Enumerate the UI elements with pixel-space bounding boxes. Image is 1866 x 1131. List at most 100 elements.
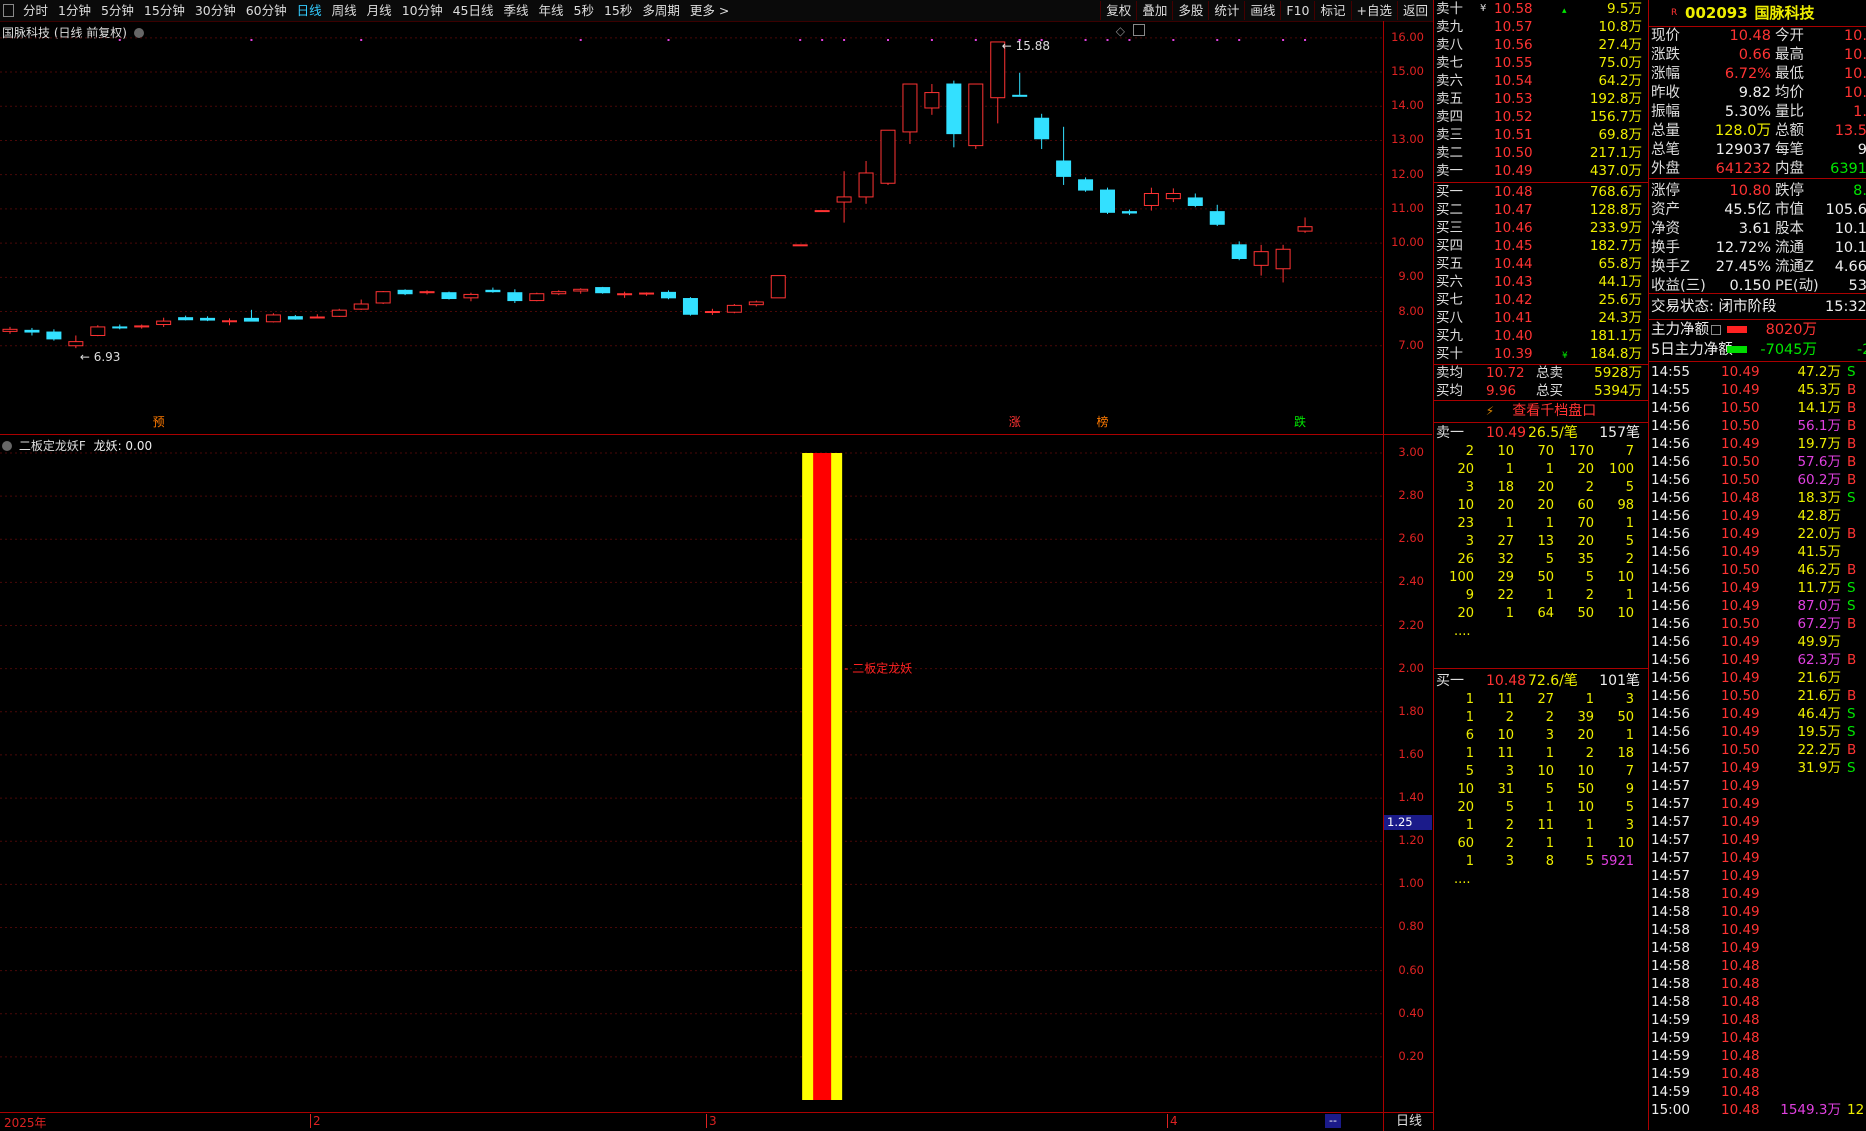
main-chart-pane[interactable]: 国脉科技 (日线 前复权) ◇ ← 15.88 ← 6.93 预涨榜跌 (0, 21, 1383, 434)
queue-cell: 22 (1497, 588, 1514, 603)
queue-cell: 1 (1545, 800, 1554, 815)
ask-level[interactable]: 卖九 10.57 10.8万 (1436, 18, 1642, 36)
bid-level[interactable]: 买二 10.47 128.8万 (1436, 201, 1642, 219)
tick-row: 14:56 10.49 62.3万 B (1651, 651, 1866, 669)
quote-key: 总量 (1651, 123, 1680, 139)
tick-price: 10.49 (1721, 832, 1760, 848)
level-label: 买五 (1436, 256, 1463, 272)
period-tab-4[interactable]: 30分钟 (190, 0, 241, 21)
toolbar-button-4[interactable]: 画线 (1244, 1, 1280, 20)
period-tab-2[interactable]: 5分钟 (96, 0, 139, 21)
period-tab-5[interactable]: 60分钟 (241, 0, 292, 21)
period-tab-11[interactable]: 季线 (499, 0, 534, 21)
tick-price: 10.49 (1721, 850, 1760, 866)
bid-level[interactable]: 买八 10.41 24.3万 (1436, 309, 1642, 327)
queue-cell: 3 (1625, 692, 1634, 707)
candle-body (858, 172, 874, 198)
period-tab-9[interactable]: 10分钟 (397, 0, 448, 21)
bid-level[interactable]: 买十 10.39 184.8万 ¥ (1436, 345, 1642, 363)
period-tab-1[interactable]: 1分钟 (53, 0, 96, 21)
tick-time: 14:59 (1651, 1012, 1690, 1028)
period-tab-10[interactable]: 45日线 (448, 0, 499, 21)
candle (441, 291, 457, 300)
ask-level[interactable]: 卖一 10.49 437.0万 (1436, 162, 1642, 180)
queue-cell: 29 (1497, 570, 1514, 585)
queue-cell: 10 (1617, 836, 1634, 851)
toolbar-button-0[interactable]: 复权 (1100, 1, 1136, 20)
tick-time: 14:56 (1651, 544, 1690, 560)
level-volume: 69.8万 (1598, 127, 1642, 143)
toolbar-button-6[interactable]: 标记 (1314, 1, 1350, 20)
period-tab-3[interactable]: 15分钟 (139, 0, 190, 21)
bid-level[interactable]: 买一 10.48 768.6万 (1436, 183, 1642, 201)
bid-level[interactable]: 买六 10.43 44.1万 (1436, 273, 1642, 291)
period-tab-16[interactable]: 更多 > (685, 0, 734, 21)
price-axis: 16.00 15.00 14.00 13.00 12.00 11.00 10.00 9.00 8… (1383, 21, 1432, 434)
period-tabs: 分时 1分钟 5分钟 15分钟 30分钟 60分钟 日线 周线 月线 10分钟 45日线 季线 年线 5秒… (18, 0, 734, 21)
ask-level[interactable]: 卖六 10.54 64.2万 (1436, 72, 1642, 90)
period-tab-15[interactable]: 多周期 (637, 0, 685, 21)
level-flag: ¥ (1562, 351, 1568, 361)
bid-level[interactable]: 买七 10.42 25.6万 (1436, 291, 1642, 309)
toolbar-button-8[interactable]: 返回 (1396, 1, 1433, 20)
toolbar-button-5[interactable]: F10 (1280, 1, 1314, 20)
period-tab-14[interactable]: 15秒 (599, 0, 637, 21)
x-label-feb: 2 (310, 1114, 321, 1128)
tick-list[interactable]: 14:55 10.49 47.2万 S 14:55 10.49 45.3万 B 14:56 10.… (1651, 363, 1866, 1119)
queue-cell: 10 (1577, 764, 1594, 779)
tick-time: 14:57 (1651, 814, 1690, 830)
flow-info-icon[interactable] (1711, 325, 1721, 335)
toolbar-button-2[interactable]: 多股 (1172, 1, 1208, 20)
toolbar-button-3[interactable]: 统计 (1208, 1, 1244, 20)
queue-cell: 1 (1625, 728, 1634, 743)
indicator-pane[interactable]: 二板定龙妖F 龙妖: 0.00 - 二板定龙妖 (0, 434, 1383, 1113)
tick-price: 10.50 (1721, 418, 1760, 434)
bid-level[interactable]: 买九 10.40 181.1万 (1436, 327, 1642, 345)
toolbar-button-7[interactable]: +自选 (1350, 1, 1397, 20)
queue-cell: 10 (1617, 606, 1634, 621)
period-tab-13[interactable]: 5秒 (569, 0, 599, 21)
period-tab-6[interactable]: 日线 (292, 0, 327, 21)
level-price: 10.58 (1494, 1, 1533, 17)
candle (419, 290, 435, 295)
ask-level[interactable]: 卖四 10.52 156.7万 (1436, 108, 1642, 126)
queue-cell: 2 (1585, 480, 1594, 495)
ask-level[interactable]: 卖十 10.58 9.5万▴ ¥ (1436, 0, 1642, 18)
tick-time: 14:56 (1651, 580, 1690, 596)
period-tab-7[interactable]: 周线 (327, 0, 362, 21)
queue-cell: 1 (1545, 462, 1554, 477)
queue-cell: 27 (1537, 692, 1554, 707)
candle (990, 41, 1006, 124)
period-tab-0[interactable]: 分时 (18, 0, 53, 21)
ask-level[interactable]: 卖七 10.55 75.0万 (1436, 54, 1642, 72)
period-tab-12[interactable]: 年线 (534, 0, 569, 21)
tick-price: 10.49 (1721, 670, 1760, 686)
ask-level[interactable]: 卖八 10.56 27.4万 (1436, 36, 1642, 54)
tick-volume: 22.0万 (1797, 526, 1841, 542)
tick-row: 14:56 10.49 22.0万 B (1651, 525, 1866, 543)
bid-level[interactable]: 买五 10.44 65.8万 (1436, 255, 1642, 273)
candle (529, 292, 545, 302)
level-price: 10.39 (1494, 346, 1533, 362)
level-volume: 156.7万 (1589, 109, 1642, 125)
bid-level[interactable]: 买三 10.46 233.9万 (1436, 219, 1642, 237)
queue-row: 23 1 1 70 1 (1434, 515, 1634, 533)
tick-time: 14:57 (1651, 832, 1690, 848)
period-indicator[interactable]: 日线 (1383, 1113, 1434, 1131)
candle (485, 287, 501, 293)
period-tab-8[interactable]: 月线 (362, 0, 397, 21)
candle (946, 80, 962, 148)
bid-level[interactable]: 买四 10.45 182.7万 (1436, 237, 1642, 255)
toolbar-button-1[interactable]: 叠加 (1136, 1, 1172, 20)
tick-volume: 56.1万 (1797, 418, 1841, 434)
quote-key: 资产 (1651, 202, 1680, 218)
candle-body (924, 92, 940, 109)
ask-level[interactable]: 卖三 10.51 69.8万 (1436, 126, 1642, 144)
tick-row: 14:57 10.49 (1651, 867, 1866, 885)
level-label: 卖三 (1436, 127, 1463, 143)
ask-level[interactable]: 卖五 10.53 192.8万 (1436, 90, 1642, 108)
sidebar-toggle-icon[interactable] (3, 4, 14, 17)
ask-level[interactable]: 卖二 10.50 217.1万 (1436, 144, 1642, 162)
thousand-levels-button[interactable]: ⚡ 查看千档盘口 (1434, 400, 1648, 423)
queue-cell: 70 (1537, 444, 1554, 459)
